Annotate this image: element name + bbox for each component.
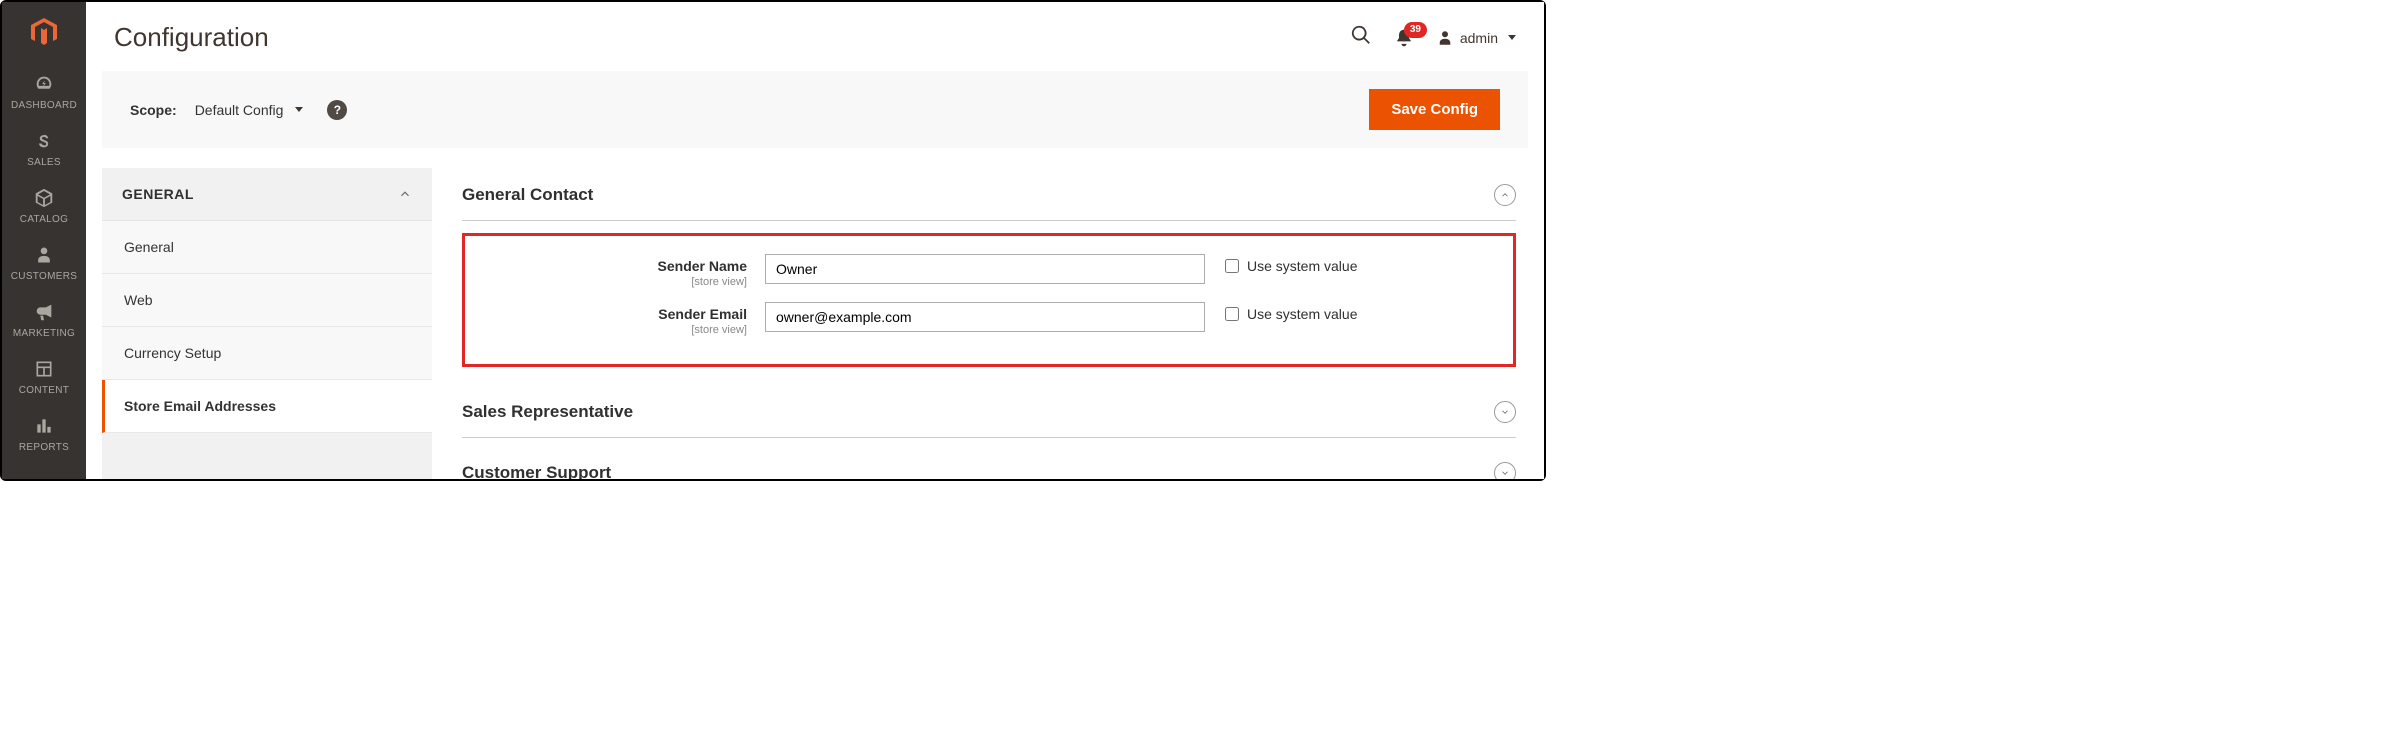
- section-sales-rep: Sales Representative: [462, 385, 1516, 438]
- sidebar-item-dashboard[interactable]: DASHBOARD: [2, 62, 86, 119]
- chevron-up-icon: [1494, 184, 1516, 206]
- sidebar-item-sales[interactable]: SALES: [2, 119, 86, 176]
- config-sub-general[interactable]: General: [102, 221, 432, 274]
- page-title: Configuration: [114, 22, 1350, 53]
- sidebar-item-marketing[interactable]: MARKETING: [2, 290, 86, 347]
- box-icon: [33, 186, 55, 210]
- user-menu[interactable]: admin: [1436, 29, 1516, 47]
- help-icon[interactable]: ?: [327, 100, 347, 120]
- sidebar-item-content[interactable]: CONTENT: [2, 347, 86, 404]
- chevron-down-icon: [1508, 35, 1516, 40]
- megaphone-icon: [33, 300, 55, 324]
- person-icon: [34, 243, 54, 267]
- chevron-up-icon: [398, 187, 412, 201]
- bars-icon: [34, 414, 54, 438]
- layout-icon: [34, 357, 54, 381]
- user-icon: [1436, 29, 1454, 47]
- sidebar-item-reports[interactable]: REPORTS: [2, 404, 86, 461]
- use-system-checkbox[interactable]: [1225, 307, 1239, 321]
- section-customer-support: Customer Support: [462, 446, 1516, 479]
- notifications-button[interactable]: 39: [1394, 28, 1414, 48]
- sender-email-label: Sender Email: [658, 306, 747, 322]
- chevron-down-icon: [1494, 401, 1516, 423]
- chevron-down-icon: [295, 107, 303, 112]
- section-general-contact: General Contact Sender Name [store view]: [462, 168, 1516, 367]
- chevron-down-icon: [1494, 462, 1516, 479]
- use-system-value-sender-name[interactable]: Use system value: [1225, 254, 1357, 274]
- sidebar-item-catalog[interactable]: CATALOG: [2, 176, 86, 233]
- magento-logo[interactable]: [2, 2, 86, 62]
- notification-count-badge: 39: [1404, 22, 1427, 38]
- scope-label: Scope:: [130, 102, 177, 118]
- save-config-button[interactable]: Save Config: [1369, 89, 1500, 130]
- use-system-value-sender-email[interactable]: Use system value: [1225, 302, 1357, 322]
- highlighted-field-group: Sender Name [store view] Use system valu…: [462, 233, 1516, 367]
- config-nav: GENERAL General Web Currency Setup Store…: [102, 168, 432, 479]
- topbar: Configuration 39 admin: [86, 2, 1544, 63]
- field-row-sender-name: Sender Name [store view] Use system valu…: [485, 254, 1493, 288]
- scope-bar: Scope: Default Config ? Save Config: [102, 71, 1528, 148]
- search-icon[interactable]: [1350, 24, 1372, 51]
- config-sub-web[interactable]: Web: [102, 274, 432, 327]
- scope-selector[interactable]: Default Config: [195, 102, 304, 118]
- sender-name-input[interactable]: [765, 254, 1205, 284]
- config-group-general[interactable]: GENERAL: [102, 168, 432, 221]
- dollar-icon: [34, 129, 54, 153]
- section-header-general-contact[interactable]: General Contact: [462, 168, 1516, 221]
- sender-name-label: Sender Name: [658, 258, 747, 274]
- config-sub-currency[interactable]: Currency Setup: [102, 327, 432, 380]
- sender-email-input[interactable]: [765, 302, 1205, 332]
- sidebar-item-customers[interactable]: CUSTOMERS: [2, 233, 86, 290]
- use-system-checkbox[interactable]: [1225, 259, 1239, 273]
- scope-hint: [store view]: [485, 324, 747, 336]
- gauge-icon: [33, 72, 55, 96]
- config-sub-store-email[interactable]: Store Email Addresses: [102, 380, 432, 433]
- section-header-customer-support[interactable]: Customer Support: [462, 446, 1516, 479]
- admin-sidebar: DASHBOARD SALES CATALOG CUSTOMERS MARKET…: [2, 2, 86, 479]
- section-header-sales-rep[interactable]: Sales Representative: [462, 385, 1516, 438]
- scope-hint: [store view]: [485, 276, 747, 288]
- main-area: Configuration 39 admin Scope: Default Co…: [86, 2, 1544, 479]
- config-body: General Contact Sender Name [store view]: [462, 168, 1528, 479]
- field-row-sender-email: Sender Email [store view] Use system val…: [485, 302, 1493, 336]
